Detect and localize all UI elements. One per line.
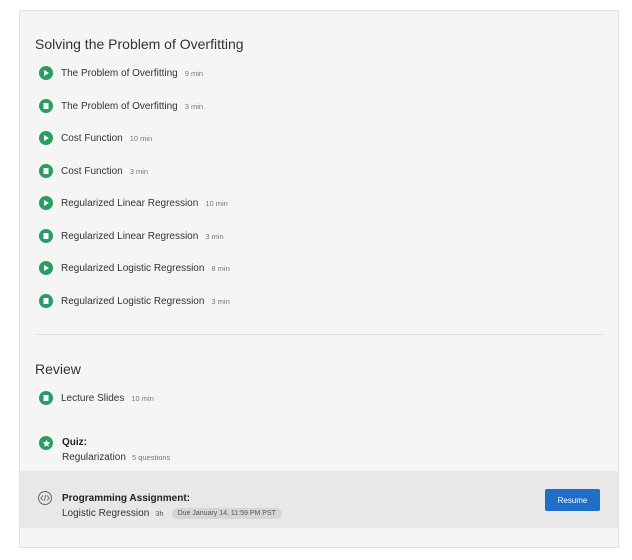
- section-divider: [35, 334, 603, 335]
- play-icon: [39, 66, 53, 80]
- lesson-duration: 3 min: [129, 166, 149, 176]
- assignment-title: Programming Assignment:: [62, 493, 190, 504]
- quiz-title: Quiz:: [62, 437, 87, 448]
- document-icon: [39, 229, 53, 243]
- lesson-label: Regularized Linear Regression: [61, 197, 199, 209]
- document-icon: [39, 164, 53, 178]
- lesson-item[interactable]: Regularized Linear Regression 10 min: [39, 194, 228, 212]
- play-icon: [39, 196, 53, 210]
- assignment-item[interactable]: Programming Assignment: Logistic Regress…: [20, 471, 618, 528]
- lesson-duration: 10 min: [205, 198, 228, 208]
- play-icon: [39, 261, 53, 275]
- lesson-duration: 9 min: [184, 68, 204, 78]
- code-icon: [38, 491, 52, 505]
- lesson-duration: 8 min: [211, 263, 230, 273]
- lesson-label: The Problem of Overfitting: [61, 100, 178, 112]
- module-card: Solving the Problem of Overfitting The P…: [19, 10, 619, 548]
- lesson-item[interactable]: Lecture Slides 10 min: [39, 389, 154, 407]
- play-icon: [39, 131, 53, 145]
- quiz-name: Regularization: [62, 452, 126, 463]
- lesson-label: Regularized Linear Regression: [61, 230, 199, 242]
- lesson-duration: 3 min: [205, 231, 224, 241]
- lesson-item[interactable]: Cost Function 3 min: [39, 162, 148, 180]
- lesson-label: Regularized Logistic Regression: [61, 262, 205, 274]
- lesson-item[interactable]: The Problem of Overfitting 3 min: [39, 97, 203, 115]
- lesson-duration: 10 min: [129, 133, 153, 143]
- section-title: Review: [35, 361, 81, 377]
- assignment-hours: 3h: [155, 509, 164, 518]
- lesson-label: Lecture Slides: [61, 392, 125, 404]
- lesson-item[interactable]: Regularized Linear Regression 3 min: [39, 227, 224, 245]
- assignment-name: Logistic Regression: [62, 508, 150, 519]
- lesson-label: Regularized Logistic Regression: [61, 295, 205, 307]
- quiz-meta: 5 questions: [131, 453, 171, 462]
- lesson-duration: 10 min: [131, 393, 154, 403]
- due-date-badge: Due January 14, 11:59 PM PST: [171, 508, 282, 519]
- lesson-duration: 3 min: [184, 101, 204, 111]
- lesson-item[interactable]: The Problem of Overfitting 9 min: [39, 64, 203, 82]
- lesson-label: Cost Function: [61, 165, 123, 177]
- section-title: Solving the Problem of Overfitting: [35, 36, 244, 52]
- document-icon: [39, 99, 53, 113]
- document-icon: [39, 294, 53, 308]
- lesson-label: Cost Function: [61, 132, 123, 144]
- lesson-item[interactable]: Cost Function 10 min: [39, 129, 152, 147]
- resume-button[interactable]: Resume: [545, 489, 600, 511]
- lesson-item[interactable]: Regularized Logistic Regression 3 min: [39, 292, 230, 310]
- lesson-item[interactable]: Regularized Logistic Regression 8 min: [39, 259, 230, 277]
- star-icon: [39, 436, 53, 450]
- lesson-label: The Problem of Overfitting: [61, 67, 178, 79]
- document-icon: [39, 391, 53, 405]
- lesson-duration: 3 min: [211, 296, 230, 306]
